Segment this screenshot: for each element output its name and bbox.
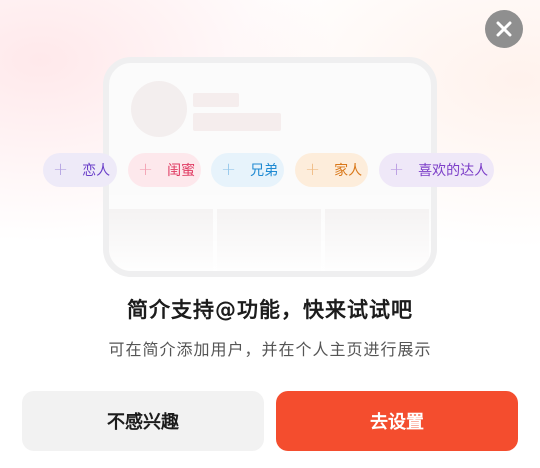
tag-label: 闺蜜 — [167, 163, 196, 179]
tag-family: + 家人 — [295, 153, 368, 187]
tag-label: 家人 — [334, 163, 363, 179]
plus-icon: + — [138, 159, 154, 180]
close-icon — [496, 21, 512, 37]
avatar-placeholder — [131, 81, 187, 137]
bio-placeholder — [193, 113, 281, 131]
plus-icon: + — [221, 159, 237, 180]
plus-icon: + — [53, 159, 69, 180]
tag-label: 喜欢的达人 — [418, 163, 489, 179]
name-placeholder — [193, 93, 239, 107]
go-to-settings-button[interactable]: 去设置 — [276, 391, 518, 451]
mention-tag-row: + 恋人 + 闺蜜 + 兄弟 + 家人 + 喜欢的达人 — [0, 153, 540, 189]
preview-fade — [109, 183, 431, 271]
plus-icon: + — [305, 159, 321, 180]
tag-bestie: + 闺蜜 — [128, 153, 201, 187]
dialog-subtitle: 可在简介添加用户，并在个人主页进行展示 — [108, 340, 432, 359]
tag-label: 兄弟 — [250, 163, 279, 179]
close-button[interactable] — [485, 10, 523, 48]
tag-favorite-creator: + 喜欢的达人 — [379, 153, 494, 187]
tag-brother: + 兄弟 — [211, 153, 284, 187]
tag-lover: + 恋人 — [43, 153, 117, 187]
dialog-title: 简介支持@功能，快来试试吧 — [127, 298, 413, 322]
plus-icon: + — [389, 159, 405, 180]
tag-label: 恋人 — [82, 163, 111, 179]
not-interested-button[interactable]: 不感兴趣 — [22, 391, 264, 451]
